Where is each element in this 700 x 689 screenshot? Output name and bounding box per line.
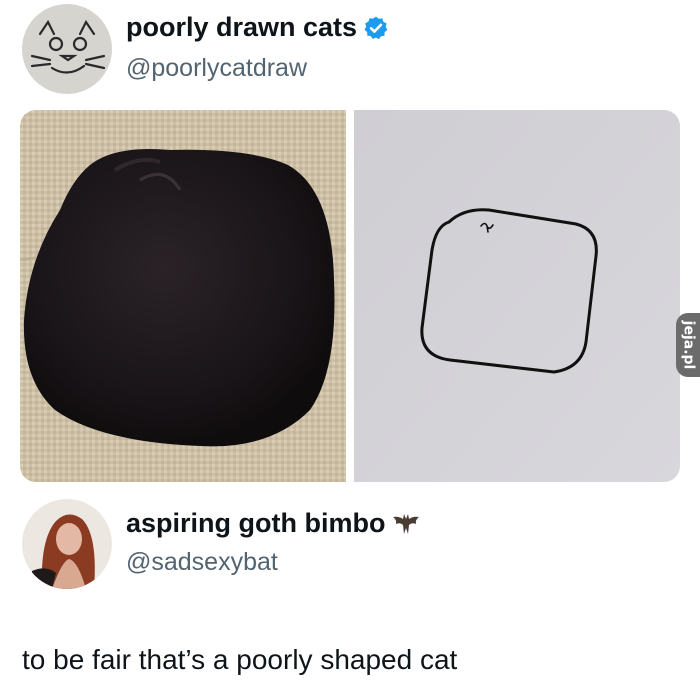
drawn-cat-face-icon (22, 4, 112, 94)
reply-author-handle[interactable]: @sadsexybat (126, 548, 278, 577)
reply-text: to be fair that’s a poorly shaped cat (22, 644, 458, 675)
reply-author-name-label: aspiring goth bimbo (126, 508, 386, 538)
bat-icon (393, 513, 420, 534)
jeja-watermark: jeja.pl (676, 313, 700, 377)
post-media (20, 110, 680, 482)
watermark-label: jeja.pl (680, 320, 696, 370)
black-cat-photo[interactable] (20, 110, 346, 482)
square-cat-drawing[interactable] (354, 110, 680, 482)
author-name[interactable]: poorly drawn cats (126, 12, 389, 43)
author-handle[interactable]: @poorlycatdraw (126, 54, 307, 83)
reply-avatar-photo (22, 499, 112, 589)
author-name-label: poorly drawn cats (126, 12, 358, 42)
reply-author-avatar[interactable] (22, 499, 112, 589)
verified-badge-icon (364, 16, 388, 39)
author-avatar[interactable] (22, 4, 112, 94)
reply-author-name[interactable]: aspiring goth bimbo (126, 508, 421, 539)
